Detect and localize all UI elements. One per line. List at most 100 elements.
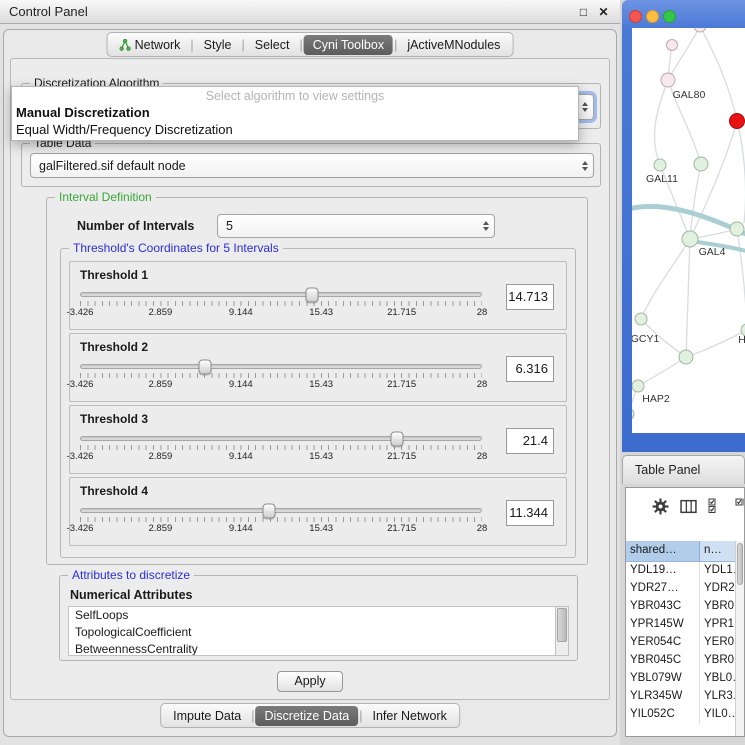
mac-zoom-icon[interactable] <box>663 10 676 23</box>
network-node[interactable] <box>694 28 706 32</box>
network-edge[interactable] <box>737 121 745 223</box>
table-row[interactable]: YER054CYER0… <box>626 634 735 652</box>
threshold-label: Threshold 1 <box>80 268 148 282</box>
control-panel-titlebar[interactable]: Control Panel □ ✕ <box>0 0 620 24</box>
column-header-name[interactable]: n… <box>700 541 735 562</box>
network-node[interactable] <box>694 157 708 171</box>
network-node[interactable] <box>730 222 744 236</box>
network-node[interactable] <box>632 408 634 420</box>
mac-close-icon[interactable] <box>629 10 642 23</box>
slider-thumb[interactable] <box>390 431 403 446</box>
tab-select[interactable]: Select <box>246 35 299 55</box>
network-canvas[interactable]: GAL80GAL11GAL4GCY1HAP2H <box>632 28 745 433</box>
threshold-value-field[interactable]: 11.344 <box>506 500 554 526</box>
popup-option[interactable]: Manual Discretization <box>12 104 578 121</box>
gear-icon[interactable] <box>652 498 669 515</box>
scrollbar-thumb[interactable] <box>737 543 743 585</box>
select-rows-icon[interactable] <box>735 498 745 513</box>
tab-discretize-data[interactable]: Discretize Data <box>256 706 359 726</box>
threshold-label: Threshold 4 <box>80 484 148 498</box>
scale-labels: -3.4262.8599.14415.4321.71528 <box>80 451 482 461</box>
tab-network[interactable]: Network <box>111 35 190 55</box>
slider-track[interactable] <box>80 436 482 441</box>
table-panel-title: Table Panel <box>635 463 700 477</box>
cyni-toolbox-content: Discretization Algorithm Select algorith… <box>10 58 610 700</box>
network-edge[interactable] <box>737 229 745 330</box>
network-node[interactable] <box>730 114 745 129</box>
network-node[interactable] <box>654 159 666 171</box>
tab-impute-data[interactable]: Impute Data <box>164 706 250 726</box>
number-of-intervals-combobox[interactable]: 5 <box>217 214 495 238</box>
scale-label: 15.43 <box>309 307 333 318</box>
threshold-slider[interactable]: -3.4262.8599.14415.4321.71528 <box>80 292 482 317</box>
slider-track[interactable] <box>80 364 482 369</box>
table-row[interactable]: YIL052CYIL0… <box>626 706 735 724</box>
threshold-value-field[interactable]: 21.4 <box>506 428 554 454</box>
float-window-icon[interactable]: □ <box>576 5 591 19</box>
table-rows: YDL19…YDL1…YDR27…YDR2…YBR043CYBR0…YPR145… <box>626 562 735 736</box>
apply-button[interactable]: Apply <box>277 671 343 692</box>
attributes-list[interactable]: SelfLoopsTopologicalCoefficientBetweenne… <box>68 606 569 656</box>
slider-thumb[interactable] <box>305 287 318 302</box>
table-scrollbar[interactable] <box>735 541 744 736</box>
slider-thumb[interactable] <box>198 359 211 374</box>
tab-style[interactable]: Style <box>195 35 241 55</box>
attribute-item[interactable]: BetweennessCentrality <box>69 641 568 656</box>
interval-definition-group: Interval Definition Number of Intervals … <box>46 197 588 565</box>
network-node-label: GAL11 <box>646 173 678 185</box>
table-row[interactable]: YBR045CYBR0… <box>626 652 735 670</box>
table-row[interactable]: YDR27…YDR2… <box>626 580 735 598</box>
network-node-label: H <box>738 334 745 346</box>
column-header-shared[interactable]: shared… <box>626 541 700 562</box>
columns-icon[interactable] <box>680 498 697 515</box>
slider-track[interactable] <box>80 292 482 297</box>
table-row[interactable]: YLR345WYLR3… <box>626 688 735 706</box>
network-edge[interactable] <box>700 28 737 121</box>
network-node[interactable] <box>679 350 693 364</box>
network-node[interactable] <box>667 40 678 51</box>
slider-thumb[interactable] <box>262 503 275 518</box>
network-node[interactable] <box>682 231 698 247</box>
scale-label: 21.715 <box>387 523 416 534</box>
network-view-window[interactable]: GAL80GAL11GAL4GCY1HAP2H <box>622 0 745 452</box>
threshold-value-field[interactable]: 6.316 <box>506 356 554 382</box>
combobox-arrows-icon <box>483 221 489 231</box>
attribute-item[interactable]: TopologicalCoefficient <box>69 624 568 641</box>
network-edge[interactable] <box>686 239 690 357</box>
threshold-panel: Threshold 1 -3.4262.8599.14415.4321.7152… <box>69 261 567 330</box>
attribute-item[interactable]: SelfLoops <box>69 607 568 624</box>
table-row[interactable]: YBR043CYBR0… <box>626 598 735 616</box>
threshold-value-field[interactable]: 14.713 <box>506 284 554 310</box>
scrollbar-thumb[interactable] <box>557 608 567 642</box>
tab-label: Style <box>204 38 232 52</box>
table-row[interactable]: YDL19…YDL1… <box>626 562 735 580</box>
network-edge[interactable] <box>638 357 686 386</box>
network-edge[interactable] <box>654 80 668 165</box>
threshold-slider[interactable]: -3.4262.8599.14415.4321.71528 <box>80 436 482 461</box>
tab-cyni-toolbox[interactable]: Cyni Toolbox <box>304 35 393 55</box>
tab-jactivemnodules[interactable]: jActiveMNodules <box>398 35 509 55</box>
select-columns-icon[interactable] <box>708 498 724 513</box>
threshold-slider[interactable]: -3.4262.8599.14415.4321.71528 <box>80 508 482 533</box>
table-row[interactable]: YBL079WYBL0… <box>626 670 735 688</box>
network-node[interactable] <box>632 380 644 392</box>
threshold-slider[interactable]: -3.4262.8599.14415.4321.71528 <box>80 364 482 389</box>
tab-infer-network[interactable]: Infer Network <box>364 706 456 726</box>
table-panel-titlebar[interactable]: Table Panel <box>622 455 745 484</box>
table-cell: YPR1… <box>700 616 735 634</box>
network-node[interactable] <box>635 313 647 325</box>
popup-option[interactable]: Equal Width/Frequency Discretization <box>12 121 578 138</box>
network-edge[interactable] <box>641 239 690 319</box>
close-icon[interactable]: ✕ <box>596 5 611 19</box>
scale-label: 28 <box>477 307 488 318</box>
network-edge[interactable] <box>668 28 700 80</box>
mac-minimize-icon[interactable] <box>646 10 659 23</box>
attributes-scrollbar[interactable] <box>555 607 568 655</box>
table-data-combobox[interactable]: galFiltered.sif default node <box>30 153 594 178</box>
attributes-group-label: Attributes to discretize <box>68 568 194 582</box>
network-node[interactable] <box>661 73 675 87</box>
slider-track[interactable] <box>80 508 482 513</box>
network-edge[interactable] <box>686 330 745 357</box>
scale-label: 9.144 <box>229 307 253 318</box>
table-row[interactable]: YPR145WYPR1… <box>626 616 735 634</box>
